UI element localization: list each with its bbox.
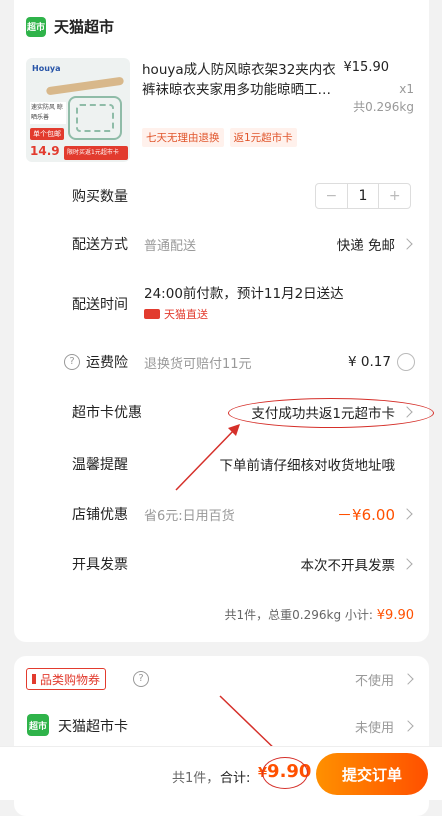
store-name: 天猫超市 (54, 18, 115, 36)
tmall-cat-icon (144, 309, 160, 319)
chevron-right-icon (401, 508, 413, 520)
quantity-stepper[interactable]: − 1 + (315, 183, 411, 209)
delivery-time-estimate: 24:00前付款，预计11月2日送达 (144, 286, 344, 302)
question-icon[interactable]: ? (64, 354, 80, 370)
product-weight: 共0.296kg (353, 100, 414, 114)
annotation-circle (262, 757, 308, 789)
submit-order-button[interactable]: 提交订单 (316, 753, 428, 795)
invoice-label: 开具发票 (72, 557, 128, 573)
chevron-right-icon (401, 558, 413, 570)
chevron-right-icon (401, 238, 413, 250)
delivery-time-label: 配送时间 (72, 297, 128, 313)
store-header[interactable]: 超市 天猫超市 (26, 16, 114, 37)
supermarket-card-label: 超市卡优惠 (72, 405, 142, 421)
row-delivery[interactable]: 配送方式 普通配送 快递 免邮 (14, 224, 429, 264)
tmall-direct-label: 天猫直送 (164, 308, 208, 321)
tmall-card-value: 未使用 (354, 720, 394, 736)
store-discount-label: 店铺优惠 (72, 507, 128, 523)
reminder-label: 温馨提醒 (72, 457, 128, 473)
product-image-label: 单个包邮 (30, 128, 64, 140)
hanger-rack-graphic (68, 96, 122, 140)
summary-amount: ¥9.90 (376, 608, 414, 623)
checkout-count: 共1件， (172, 771, 220, 786)
annotation-arrow (175, 424, 240, 491)
category-coupon-value: 不使用 (354, 673, 394, 689)
product-image-banner: 限时买返1元超市卡 (64, 146, 128, 160)
product-tags: 七天无理由退换 返1元超市卡 (142, 128, 297, 147)
quantity-minus-button[interactable]: − (316, 188, 347, 204)
tmall-supermarket-logo: 超市 (26, 16, 46, 37)
store-discount-desc: 省6元:日用百货 (144, 508, 235, 524)
hanger-rod-graphic (45, 76, 125, 96)
row-invoice[interactable]: 开具发票 本次不开具发票 (14, 544, 429, 584)
product-image[interactable]: Houya 速实防风 晾晒乐善 单个包邮 14.9 限时买返1元超市卡 (26, 58, 130, 162)
invoice-value: 本次不开具发票 (300, 558, 396, 574)
product-quantity: x1 (399, 82, 414, 96)
checkout-total-label: 合计: (220, 771, 251, 786)
product-title[interactable]: houya成人防风晾衣架32夹内衣裤袜晾衣夹家用多功能晾晒工… (142, 60, 342, 100)
chevron-right-icon (402, 673, 414, 685)
product-price: ¥15.90 (343, 60, 390, 75)
row-quantity: 购买数量 − 1 + (14, 176, 429, 216)
store-discount-amount: －¥6.00 (337, 505, 395, 524)
row-shipping-insurance: ? 运费险 退换货可赔付11元 ¥ 0.17 (14, 342, 429, 382)
delivery-value: 快递 免邮 (336, 238, 395, 254)
checkout-bar: 共1件， 合计: ¥9.90 提交订单 (0, 746, 442, 800)
summary-text: 共1件，总重0.296kg 小计: (224, 608, 373, 622)
tag-return: 七天无理由退换 (142, 128, 224, 147)
shipping-insurance-desc: 退换货可赔付11元 (144, 356, 252, 372)
product-image-brand: Houya (32, 64, 61, 73)
row-store-discount[interactable]: 店铺优惠 省6元:日用百货 －¥6.00 (14, 494, 429, 534)
shipping-insurance-radio[interactable] (397, 353, 415, 371)
product-image-price: 14.9 (30, 144, 60, 158)
shipping-insurance-label: 运费险 (86, 355, 128, 371)
shipping-insurance-price: ¥ 0.17 (348, 354, 391, 370)
delivery-label: 配送方式 (72, 237, 128, 253)
quantity-label: 购买数量 (72, 189, 128, 205)
delivery-method: 普通配送 (144, 238, 197, 254)
row-delivery-time: 配送时间 24:00前付款，预计11月2日送达 天猫直送 (14, 282, 429, 326)
quantity-plus-button[interactable]: + (379, 188, 410, 204)
chevron-right-icon (402, 720, 414, 732)
tmall-direct-badge: 天猫直送 (144, 306, 208, 322)
order-summary: 共1件，总重0.296kg 小计: ¥9.90 (225, 606, 414, 623)
annotation-oval (228, 398, 434, 428)
product-image-tagline: 速实防风 晾晒乐善 (30, 102, 66, 124)
tag-cashback: 返1元超市卡 (229, 128, 297, 147)
quantity-value[interactable]: 1 (346, 184, 380, 208)
